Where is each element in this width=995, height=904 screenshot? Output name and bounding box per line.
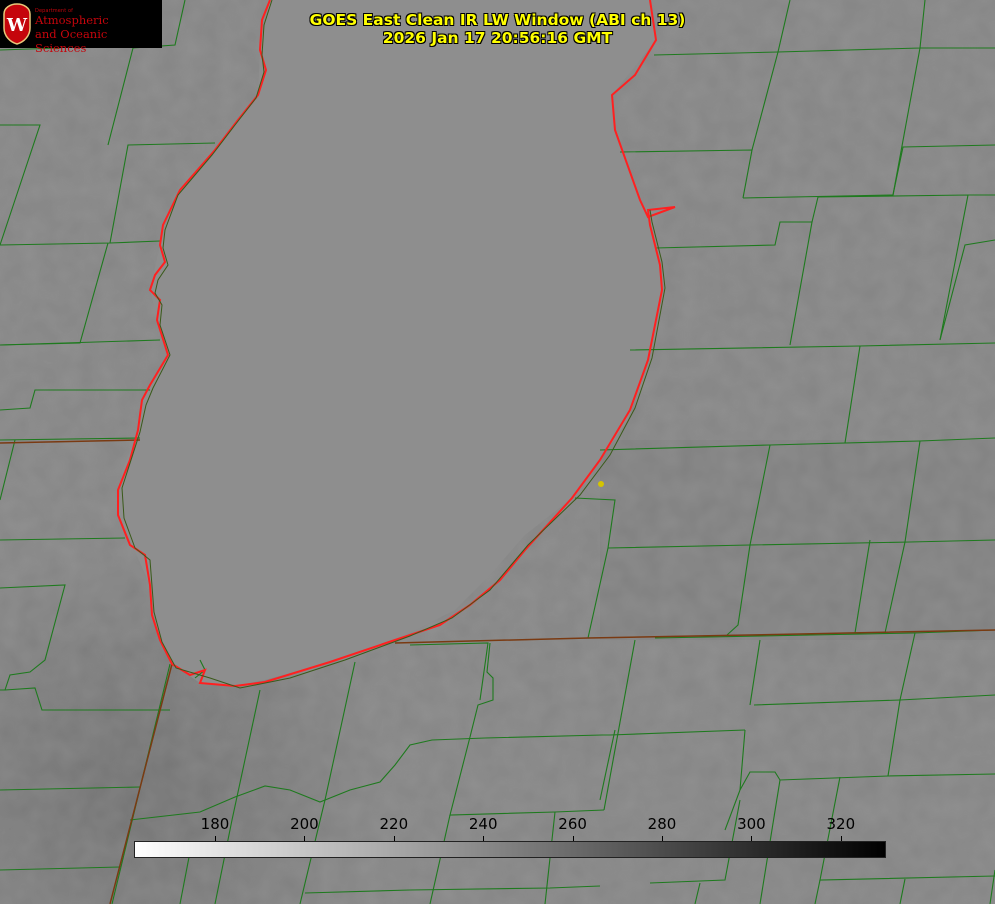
colorbar-tick-label: 300 bbox=[737, 815, 766, 833]
colorbar-tick-label: 240 bbox=[468, 815, 498, 833]
colorbar bbox=[134, 841, 886, 858]
image-title: GOES East Clean IR LW Window (ABI ch 13)… bbox=[0, 11, 995, 47]
colorbar-tick-label: 220 bbox=[379, 815, 409, 833]
title-timestamp: 2026 Jan 17 20:56:16 GMT bbox=[382, 29, 613, 47]
colorbar-tick-label: 320 bbox=[826, 815, 856, 833]
colorbar-legend: 180 200 220 240 260 280 300 320 bbox=[0, 812, 995, 862]
colorbar-tick-label: 180 bbox=[200, 815, 230, 833]
colorbar-tick-label: 280 bbox=[647, 815, 677, 833]
satellite-map bbox=[0, 0, 995, 904]
colorbar-tick-label: 260 bbox=[558, 815, 587, 833]
title-product: GOES East Clean IR LW Window (ABI ch 13) bbox=[309, 11, 686, 29]
station-marker bbox=[598, 481, 604, 487]
colorbar-tick-label: 200 bbox=[290, 815, 319, 833]
